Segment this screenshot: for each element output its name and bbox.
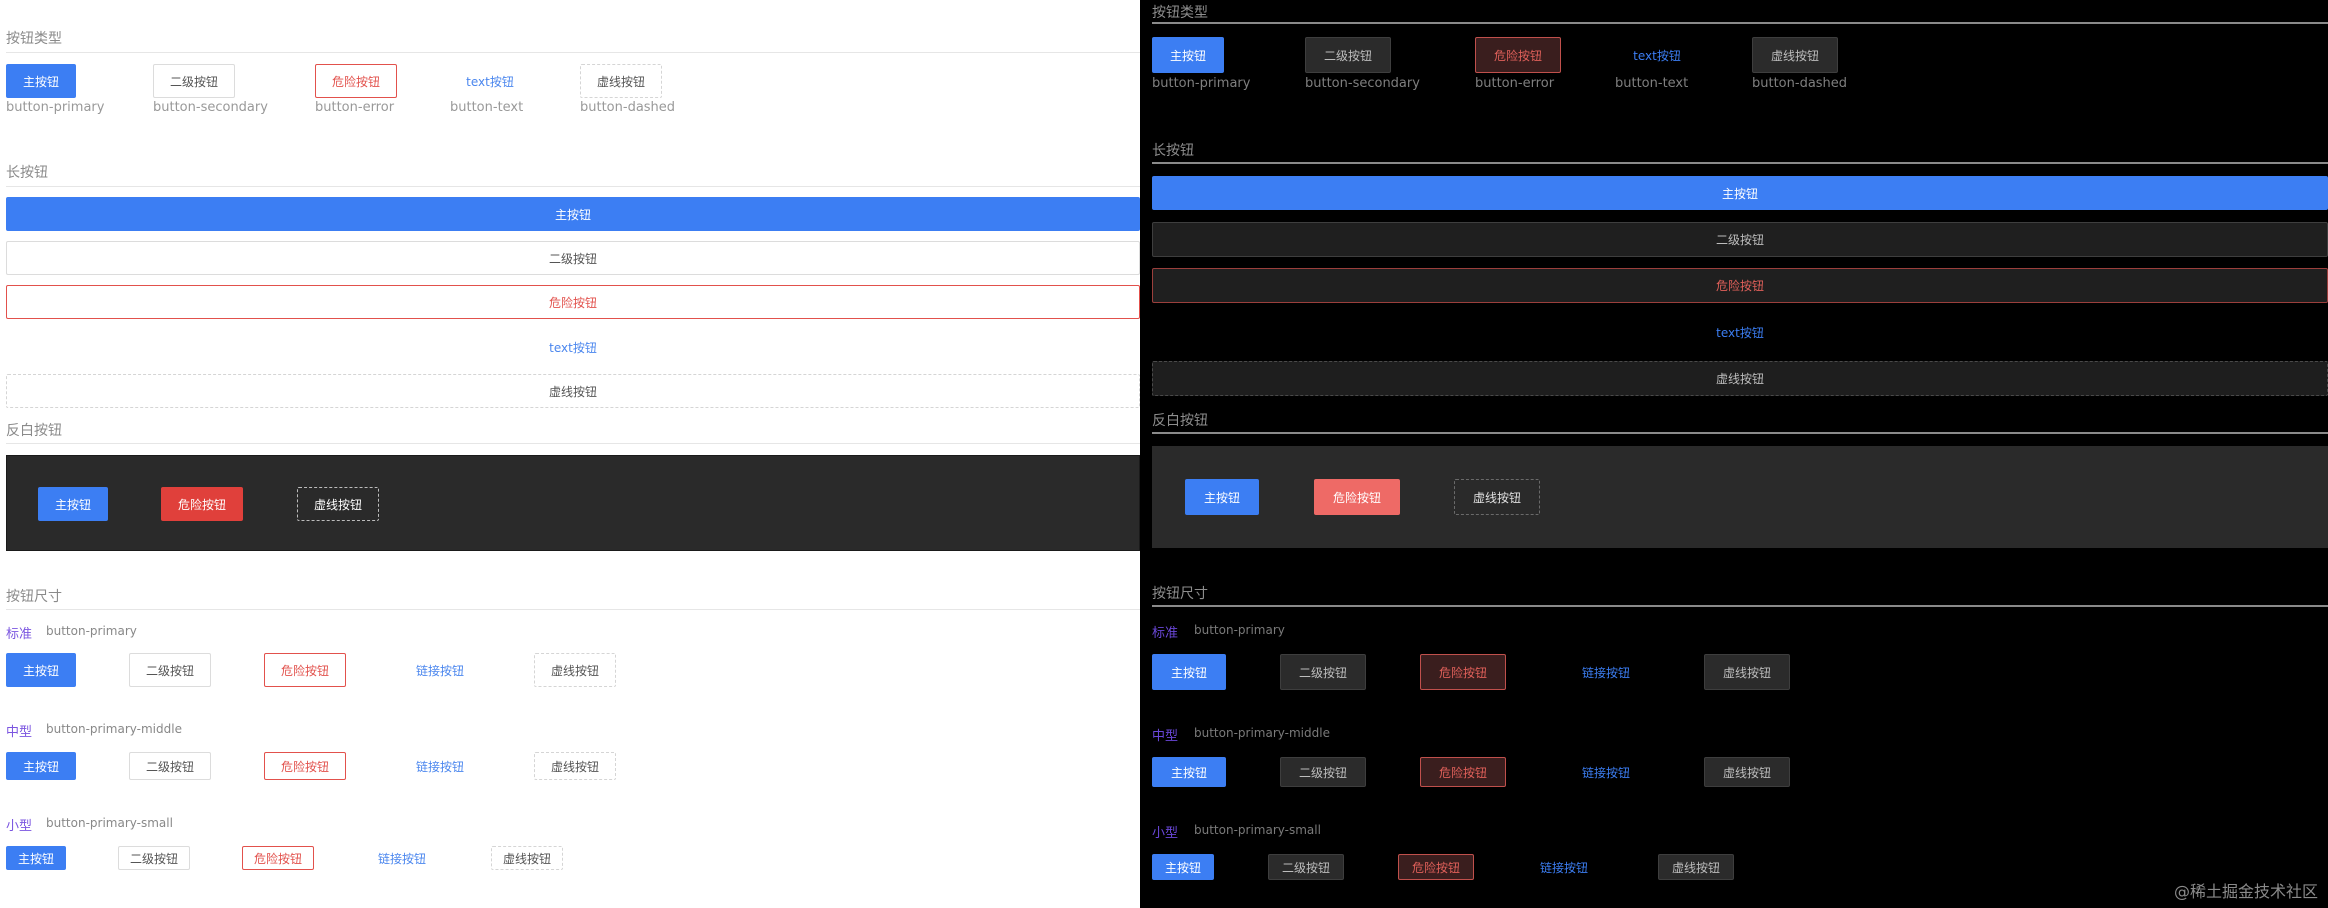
divider [6, 186, 1140, 187]
long-text-button[interactable]: text按钮 [6, 330, 1140, 364]
size-class-standard: button-primary [1194, 623, 1285, 637]
long-primary-button[interactable]: 主按钮 [1152, 176, 2328, 210]
caption-error: button-error [1475, 76, 1555, 91]
small-primary-button[interactable]: 主按钮 [6, 846, 66, 870]
caption-secondary: button-secondary [153, 100, 268, 115]
caption-dashed: button-dashed [580, 100, 676, 115]
small-link-button[interactable]: 链接按钮 [1526, 854, 1602, 880]
standard-link-button[interactable]: 链接按钮 [400, 653, 480, 687]
divider [6, 52, 1140, 53]
invert-primary-button[interactable]: 主按钮 [38, 487, 108, 521]
middle-primary-button[interactable]: 主按钮 [6, 752, 76, 780]
section-title-types: 按钮类型 [6, 31, 62, 47]
watermark-text: @稀土掘金技术社区 [2173, 882, 2318, 901]
section-title-invert: 反白按钮 [1152, 413, 1208, 429]
text-button[interactable]: text按钮 [450, 64, 530, 98]
standard-link-button[interactable]: 链接按钮 [1564, 654, 1648, 690]
section-title-long: 长按钮 [6, 165, 48, 181]
invert-dashed-button[interactable]: 虚线按钮 [1454, 479, 1540, 515]
error-button[interactable]: 危险按钮 [315, 64, 397, 98]
small-secondary-button[interactable]: 二级按钮 [118, 846, 190, 870]
divider [1152, 22, 2328, 24]
caption-dashed: button-dashed [1752, 76, 1848, 91]
invert-primary-button[interactable]: 主按钮 [1185, 479, 1259, 515]
middle-error-button[interactable]: 危险按钮 [264, 752, 346, 780]
small-dashed-button[interactable]: 虚线按钮 [491, 846, 563, 870]
long-secondary-button[interactable]: 二级按钮 [6, 241, 1140, 275]
invert-panel: 主按钮 危险按钮 虚线按钮 [1152, 446, 2328, 548]
size-label-small: 小型 [6, 819, 33, 834]
small-dashed-button[interactable]: 虚线按钮 [1658, 854, 1734, 880]
small-link-button[interactable]: 链接按钮 [366, 846, 438, 870]
small-error-button[interactable]: 危险按钮 [1398, 854, 1474, 880]
invert-error-button[interactable]: 危险按钮 [1314, 479, 1400, 515]
standard-secondary-button[interactable]: 二级按钮 [129, 653, 211, 687]
small-error-button[interactable]: 危险按钮 [242, 846, 314, 870]
long-error-button[interactable]: 危险按钮 [6, 285, 1140, 319]
section-title-invert: 反白按钮 [6, 423, 62, 439]
middle-secondary-button[interactable]: 二级按钮 [129, 752, 211, 780]
long-primary-button[interactable]: 主按钮 [6, 197, 1140, 231]
standard-error-button[interactable]: 危险按钮 [1420, 654, 1506, 690]
middle-secondary-button[interactable]: 二级按钮 [1280, 757, 1366, 787]
standard-dashed-button[interactable]: 虚线按钮 [534, 653, 616, 687]
middle-primary-button[interactable]: 主按钮 [1152, 757, 1226, 787]
secondary-button[interactable]: 二级按钮 [1305, 37, 1391, 73]
size-class-small: button-primary-small [46, 816, 173, 830]
dark-theme-panel: 按钮类型 主按钮 button-primary 二级按钮 button-seco… [1140, 0, 2328, 908]
standard-error-button[interactable]: 危险按钮 [264, 653, 346, 687]
small-primary-button[interactable]: 主按钮 [1152, 854, 1214, 880]
section-title-sizes: 按钮尺寸 [6, 589, 62, 605]
long-error-button[interactable]: 危险按钮 [1152, 268, 2328, 303]
size-label-small: 小型 [1152, 826, 1179, 841]
caption-secondary: button-secondary [1305, 76, 1420, 91]
section-title-long: 长按钮 [1152, 143, 1194, 159]
primary-button[interactable]: 主按钮 [6, 64, 76, 98]
middle-error-button[interactable]: 危险按钮 [1420, 757, 1506, 787]
dashed-button[interactable]: 虚线按钮 [580, 64, 662, 98]
light-theme-panel: 按钮类型 主按钮 button-primary 二级按钮 button-seco… [0, 0, 1140, 908]
long-secondary-button[interactable]: 二级按钮 [1152, 222, 2328, 257]
long-text-button[interactable]: text按钮 [1152, 315, 2328, 350]
caption-primary: button-primary [6, 100, 105, 115]
middle-link-button[interactable]: 链接按钮 [1564, 757, 1648, 787]
error-button[interactable]: 危险按钮 [1475, 37, 1561, 73]
size-label-standard: 标准 [6, 627, 33, 642]
small-secondary-button[interactable]: 二级按钮 [1268, 854, 1344, 880]
size-class-standard: button-primary [46, 624, 137, 638]
size-label-standard: 标准 [1152, 626, 1179, 641]
middle-link-button[interactable]: 链接按钮 [400, 752, 480, 780]
divider [6, 443, 1140, 444]
invert-panel: 主按钮 危险按钮 虚线按钮 [6, 455, 1140, 551]
primary-button[interactable]: 主按钮 [1152, 37, 1224, 73]
standard-primary-button[interactable]: 主按钮 [6, 653, 76, 687]
standard-secondary-button[interactable]: 二级按钮 [1280, 654, 1366, 690]
dashed-button[interactable]: 虚线按钮 [1752, 37, 1838, 73]
caption-primary: button-primary [1152, 76, 1251, 91]
size-class-small: button-primary-small [1194, 823, 1321, 837]
size-label-middle: 中型 [6, 725, 33, 740]
secondary-button[interactable]: 二级按钮 [153, 64, 235, 98]
section-title-types: 按钮类型 [1152, 5, 1208, 21]
divider [6, 609, 1140, 610]
size-label-middle: 中型 [1152, 729, 1179, 744]
divider [1152, 605, 2328, 607]
size-class-middle: button-primary-middle [46, 722, 182, 736]
invert-dashed-button[interactable]: 虚线按钮 [297, 487, 379, 521]
middle-dashed-button[interactable]: 虚线按钮 [1704, 757, 1790, 787]
divider [1152, 162, 2328, 164]
long-dashed-button[interactable]: 虚线按钮 [1152, 361, 2328, 396]
section-title-sizes: 按钮尺寸 [1152, 586, 1208, 602]
caption-text: button-text [450, 100, 524, 115]
size-class-middle: button-primary-middle [1194, 726, 1330, 740]
middle-dashed-button[interactable]: 虚线按钮 [534, 752, 616, 780]
standard-primary-button[interactable]: 主按钮 [1152, 654, 1226, 690]
caption-error: button-error [315, 100, 395, 115]
text-button[interactable]: text按钮 [1615, 37, 1699, 73]
divider [1152, 432, 2328, 434]
long-dashed-button[interactable]: 虚线按钮 [6, 374, 1140, 408]
caption-text: button-text [1615, 76, 1689, 91]
invert-error-button[interactable]: 危险按钮 [161, 487, 243, 521]
standard-dashed-button[interactable]: 虚线按钮 [1704, 654, 1790, 690]
